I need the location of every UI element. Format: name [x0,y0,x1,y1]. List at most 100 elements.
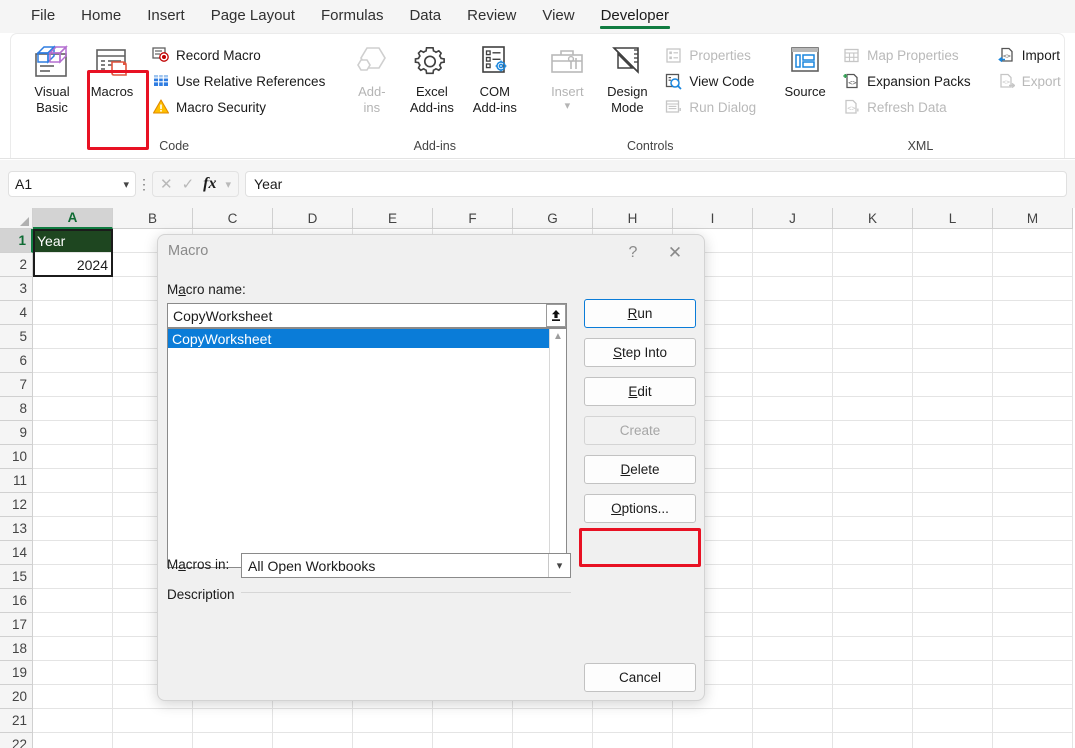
column-header-E[interactable]: E [353,208,433,229]
insert-function-icon[interactable]: fx [203,175,216,193]
cell-M20[interactable] [993,685,1073,709]
delete-button[interactable]: Delete [584,455,696,484]
cell-E21[interactable] [353,709,433,733]
cell-L19[interactable] [913,661,993,685]
cell-J18[interactable] [753,637,833,661]
cell-M4[interactable] [993,301,1073,325]
cell-L18[interactable] [913,637,993,661]
cell-J12[interactable] [753,493,833,517]
cell-L16[interactable] [913,589,993,613]
cell-L15[interactable] [913,565,993,589]
cell-M18[interactable] [993,637,1073,661]
tab-data[interactable]: Data [396,3,454,30]
properties-button[interactable]: Properties [662,42,762,68]
formula-input[interactable]: Year [245,171,1067,197]
cell-A3[interactable] [33,277,113,301]
cancel-formula-icon[interactable]: ✕ [160,175,173,193]
cell-J17[interactable] [753,613,833,637]
cell-A16[interactable] [33,589,113,613]
cell-A13[interactable] [33,517,113,541]
cell-M10[interactable] [993,445,1073,469]
close-icon[interactable]: ✕ [660,240,690,266]
cell-L6[interactable] [913,349,993,373]
cell-J19[interactable] [753,661,833,685]
cell-M12[interactable] [993,493,1073,517]
macro-name-input[interactable]: CopyWorksheet [167,303,567,328]
row-header-10[interactable]: 10 [0,445,33,469]
cell-F21[interactable] [433,709,513,733]
cell-J4[interactable] [753,301,833,325]
cell-M5[interactable] [993,325,1073,349]
cell-M3[interactable] [993,277,1073,301]
chevron-down-icon[interactable]: ▾ [548,554,570,577]
row-header-17[interactable]: 17 [0,613,33,637]
cell-M1[interactable] [993,229,1073,253]
tab-review[interactable]: Review [454,3,529,30]
cell-A12[interactable] [33,493,113,517]
cell-L4[interactable] [913,301,993,325]
cell-K1[interactable] [833,229,913,253]
cell-K13[interactable] [833,517,913,541]
cell-M2[interactable] [993,253,1073,277]
cell-A14[interactable] [33,541,113,565]
row-header-18[interactable]: 18 [0,637,33,661]
select-all-button[interactable] [0,208,33,229]
row-header-12[interactable]: 12 [0,493,33,517]
cell-K9[interactable] [833,421,913,445]
cell-L21[interactable] [913,709,993,733]
cell-A2[interactable]: 2024 [33,253,113,277]
column-header-L[interactable]: L [913,208,993,229]
create-button[interactable]: Create [584,416,696,445]
macro-security-button[interactable]: Macro Security [149,94,331,120]
name-box[interactable]: A1 ▾ [8,171,136,197]
options-button[interactable]: Options... [584,494,696,523]
run-dialog-button[interactable]: Run Dialog [662,94,762,120]
cell-A1[interactable]: Year [33,229,113,253]
cell-A22[interactable] [33,733,113,748]
row-header-15[interactable]: 15 [0,565,33,589]
column-header-D[interactable]: D [273,208,353,229]
cell-K10[interactable] [833,445,913,469]
run-button[interactable]: Run [584,299,696,328]
column-header-B[interactable]: B [113,208,193,229]
tab-developer[interactable]: Developer [588,3,682,30]
cell-J14[interactable] [753,541,833,565]
cell-L2[interactable] [913,253,993,277]
cell-K8[interactable] [833,397,913,421]
cell-D22[interactable] [273,733,353,748]
cell-B21[interactable] [113,709,193,733]
row-header-2[interactable]: 2 [0,253,33,277]
use-relative-references-button[interactable]: Use Relative References [149,68,331,94]
cell-K4[interactable] [833,301,913,325]
cell-L5[interactable] [913,325,993,349]
cell-A6[interactable] [33,349,113,373]
cell-C22[interactable] [193,733,273,748]
row-header-19[interactable]: 19 [0,661,33,685]
cell-M8[interactable] [993,397,1073,421]
row-header-5[interactable]: 5 [0,325,33,349]
row-header-14[interactable]: 14 [0,541,33,565]
cell-L22[interactable] [913,733,993,748]
cell-A18[interactable] [33,637,113,661]
formula-bar-options-icon[interactable]: ⋮ [136,177,152,191]
cell-L20[interactable] [913,685,993,709]
row-header-7[interactable]: 7 [0,373,33,397]
view-code-button[interactable]: View Code [662,68,762,94]
cell-J22[interactable] [753,733,833,748]
cell-K3[interactable] [833,277,913,301]
cell-M7[interactable] [993,373,1073,397]
cell-D21[interactable] [273,709,353,733]
row-header-16[interactable]: 16 [0,589,33,613]
upload-icon[interactable] [546,304,566,327]
cell-J9[interactable] [753,421,833,445]
cell-J13[interactable] [753,517,833,541]
cancel-button[interactable]: Cancel [584,663,696,692]
cell-A21[interactable] [33,709,113,733]
cell-K6[interactable] [833,349,913,373]
cell-K16[interactable] [833,589,913,613]
column-header-H[interactable]: H [593,208,673,229]
step-into-button[interactable]: Step Into [584,338,696,367]
macro-list-box[interactable]: CopyWorksheet ▲ ▼ [167,328,567,568]
row-header-1[interactable]: 1 [0,229,33,253]
cell-K12[interactable] [833,493,913,517]
